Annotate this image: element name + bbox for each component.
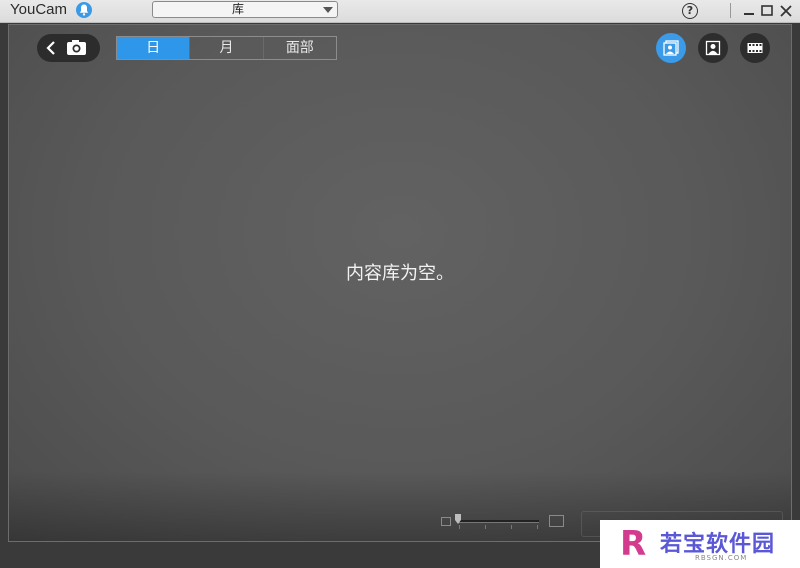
back-to-camera-button[interactable] bbox=[37, 34, 100, 62]
library-panel: 日 月 面部 内容库为空。 bbox=[8, 24, 792, 542]
tab-month[interactable]: 月 bbox=[190, 37, 264, 59]
gallery-icon bbox=[663, 40, 679, 56]
zoom-in-icon[interactable] bbox=[549, 515, 564, 527]
title-bar: YouCam 库 ? bbox=[0, 0, 800, 23]
video-view-button[interactable] bbox=[740, 33, 770, 63]
all-media-view-button[interactable] bbox=[656, 33, 686, 63]
help-icon[interactable]: ? bbox=[682, 3, 698, 19]
zoom-out-icon[interactable] bbox=[441, 517, 451, 526]
dropdown-selected-label: 库 bbox=[231, 2, 244, 16]
app-title: YouCam bbox=[10, 1, 67, 18]
date-filter-tabs: 日 月 面部 bbox=[116, 36, 337, 60]
watermark-domain-text: RBSGN.COM bbox=[695, 554, 748, 562]
zoom-slider-ticks bbox=[459, 525, 539, 529]
zoom-slider-track[interactable] bbox=[459, 520, 539, 523]
chevron-down-icon bbox=[323, 7, 333, 13]
minimize-icon[interactable] bbox=[740, 2, 758, 20]
back-camera-icon bbox=[46, 40, 86, 55]
tab-day[interactable]: 日 bbox=[117, 37, 191, 59]
notification-bell-icon[interactable] bbox=[76, 2, 92, 18]
empty-library-message: 内容库为空。 bbox=[346, 263, 454, 284]
watermark-r-logo: R bbox=[620, 524, 647, 564]
close-icon[interactable] bbox=[777, 2, 795, 20]
divider bbox=[730, 3, 731, 18]
watermark-logo: R 若宝软件园 RBSGN.COM bbox=[600, 520, 800, 568]
film-strip-icon bbox=[747, 43, 763, 53]
photo-view-button[interactable] bbox=[698, 33, 728, 63]
portrait-photo-icon bbox=[705, 40, 721, 56]
tab-face[interactable]: 面部 bbox=[264, 37, 336, 59]
section-dropdown[interactable]: 库 bbox=[152, 1, 338, 18]
maximize-icon[interactable] bbox=[758, 2, 776, 20]
